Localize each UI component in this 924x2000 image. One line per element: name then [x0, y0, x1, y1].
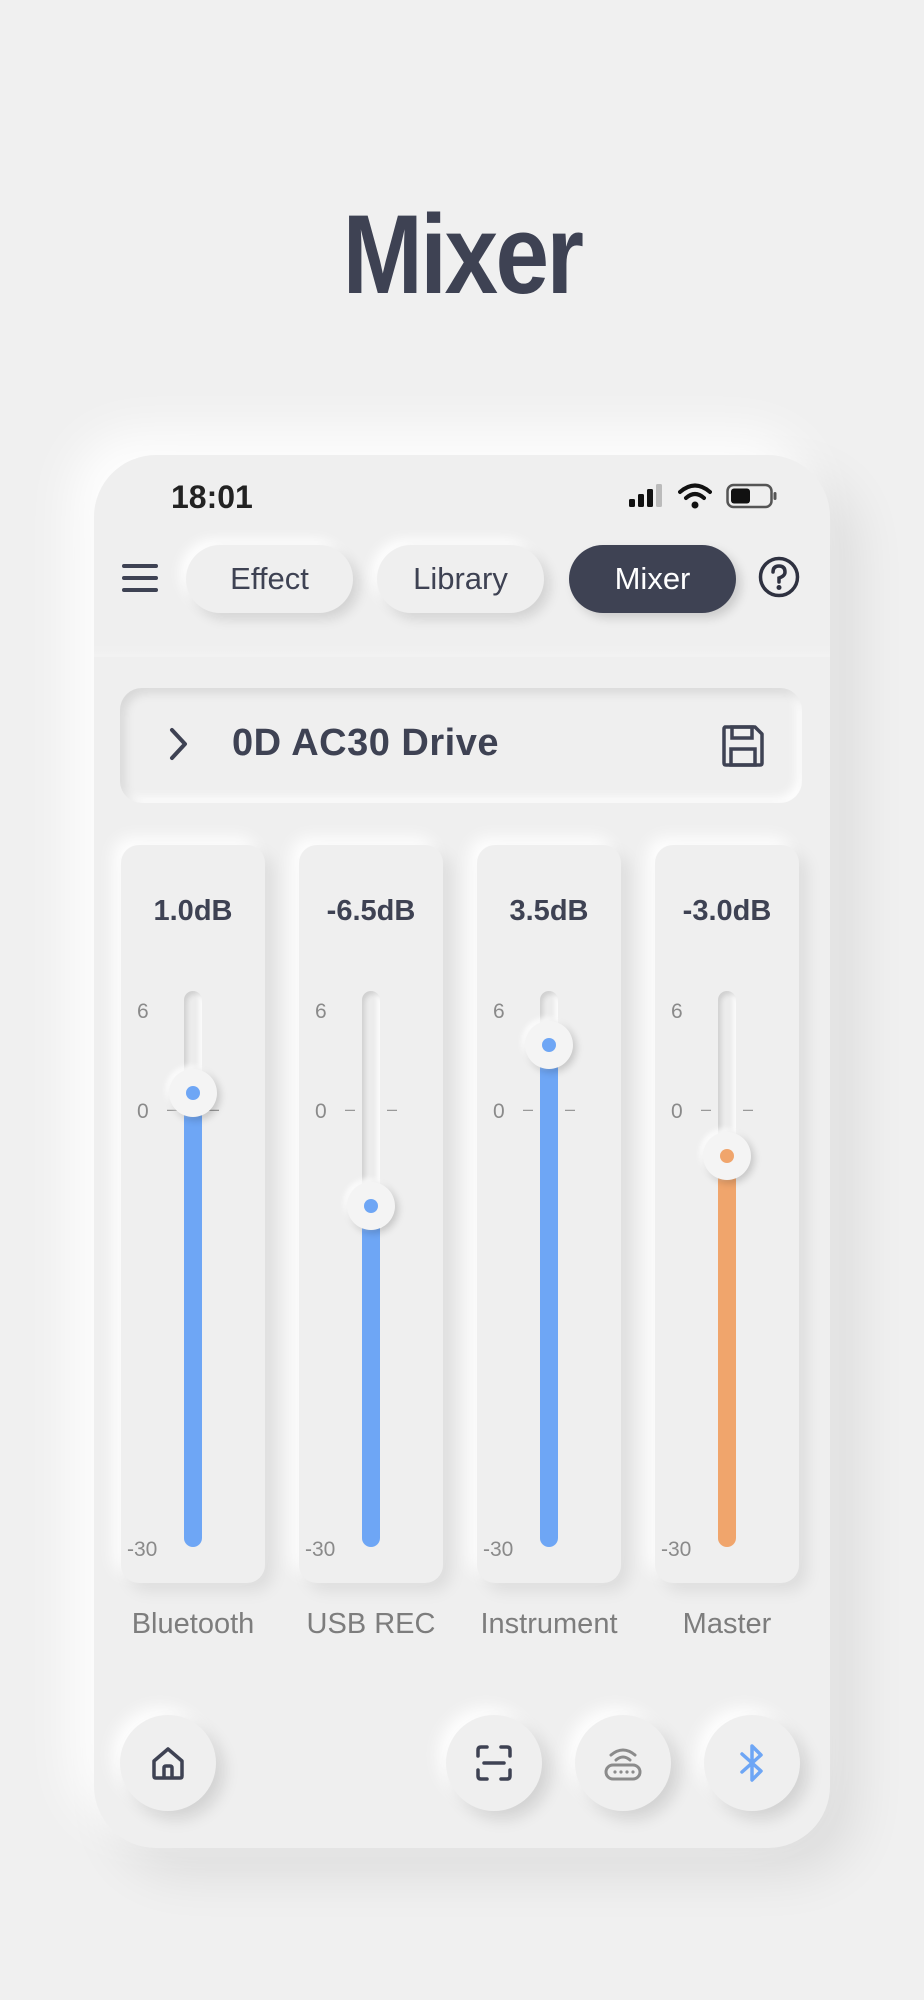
scale-min-label: -30	[127, 1538, 158, 1561]
tab-library[interactable]: Library	[377, 545, 544, 613]
fader-fill	[362, 1206, 380, 1547]
zero-mark: –	[523, 1099, 534, 1119]
zero-mark: –	[701, 1099, 712, 1119]
channel-db-value: 1.0dB	[153, 895, 233, 927]
status-icons	[628, 483, 778, 509]
scale-min-label: -30	[305, 1538, 336, 1561]
home-button[interactable]	[120, 1715, 216, 1811]
zero-mark: –	[743, 1099, 754, 1119]
preset-selector[interactable]: 0D AC30 Drive	[120, 688, 802, 803]
scale-zero-label: 0	[493, 1100, 505, 1123]
knob-dot	[542, 1037, 556, 1052]
hamburger-menu-icon[interactable]	[122, 563, 158, 593]
wifi-icon	[678, 483, 712, 509]
scale-zero-label: 0	[315, 1100, 327, 1123]
scale-max-label: 6	[137, 1000, 149, 1023]
fader-knob[interactable]	[703, 1131, 751, 1180]
fader-fill	[540, 1044, 558, 1547]
zero-mark: –	[565, 1099, 576, 1119]
help-circle-icon[interactable]	[758, 556, 800, 598]
router-icon	[604, 1748, 642, 1781]
zero-mark: –	[387, 1099, 398, 1119]
scale-zero-label: 0	[137, 1100, 149, 1123]
channel-db-value: -3.0dB	[682, 895, 772, 927]
header-divider	[94, 645, 830, 657]
scale-min-label: -30	[483, 1538, 514, 1561]
bluetooth-button[interactable]	[704, 1715, 800, 1811]
chevron-right-icon[interactable]	[168, 726, 190, 762]
fader-knob[interactable]	[169, 1068, 217, 1117]
fader-knob[interactable]	[525, 1020, 573, 1069]
fader-knob[interactable]	[347, 1182, 395, 1231]
scale-zero-label: 0	[671, 1100, 683, 1123]
fader-fill	[184, 1092, 202, 1547]
scan-icon	[476, 1745, 512, 1781]
channel-label-bluetooth: Bluetooth	[131, 1608, 255, 1640]
scale-min-label: -30	[661, 1538, 692, 1561]
channel-label-master: Master	[682, 1608, 772, 1640]
floppy-disk-icon[interactable]	[720, 723, 766, 769]
status-time: 18:01	[171, 479, 253, 515]
zero-mark: –	[345, 1099, 356, 1119]
channel-label-usb-rec: USB REC	[306, 1608, 436, 1640]
scale-max-label: 6	[315, 1000, 327, 1023]
channel-strip-usb-rec: -6.5dB 6 0 – – -30	[299, 845, 443, 1583]
battery-icon	[726, 483, 777, 509]
channel-strip-instrument: 3.5dB 6 0 – – -30	[477, 845, 621, 1583]
scale-max-label: 6	[493, 1000, 505, 1023]
channel-db-value: -6.5dB	[326, 895, 416, 927]
page-title: Mixer	[342, 192, 584, 317]
knob-dot	[720, 1148, 734, 1163]
scale-max-label: 6	[671, 1000, 683, 1023]
channel-strip-master: -3.0dB 6 0 – – -30	[655, 845, 799, 1583]
phone-frame: 18:01 Effect Library Mixer 0D AC30 Drive…	[94, 455, 830, 1848]
preset-name: 0D AC30 Drive	[232, 722, 499, 764]
channel-db-value: 3.5dB	[509, 895, 589, 927]
channel-strip-bluetooth: 1.0dB 6 0 – – -30	[121, 845, 265, 1583]
tab-effect[interactable]: Effect	[186, 545, 353, 613]
fader-fill	[718, 1155, 736, 1547]
channel-label-instrument: Instrument	[480, 1608, 618, 1640]
signal-icon	[629, 484, 662, 507]
router-button[interactable]	[575, 1715, 671, 1811]
knob-dot	[186, 1085, 200, 1100]
knob-dot	[364, 1199, 378, 1214]
bluetooth-icon	[740, 1744, 763, 1782]
scan-button[interactable]	[446, 1715, 542, 1811]
tab-mixer[interactable]: Mixer	[569, 545, 736, 613]
home-icon	[152, 1747, 184, 1780]
